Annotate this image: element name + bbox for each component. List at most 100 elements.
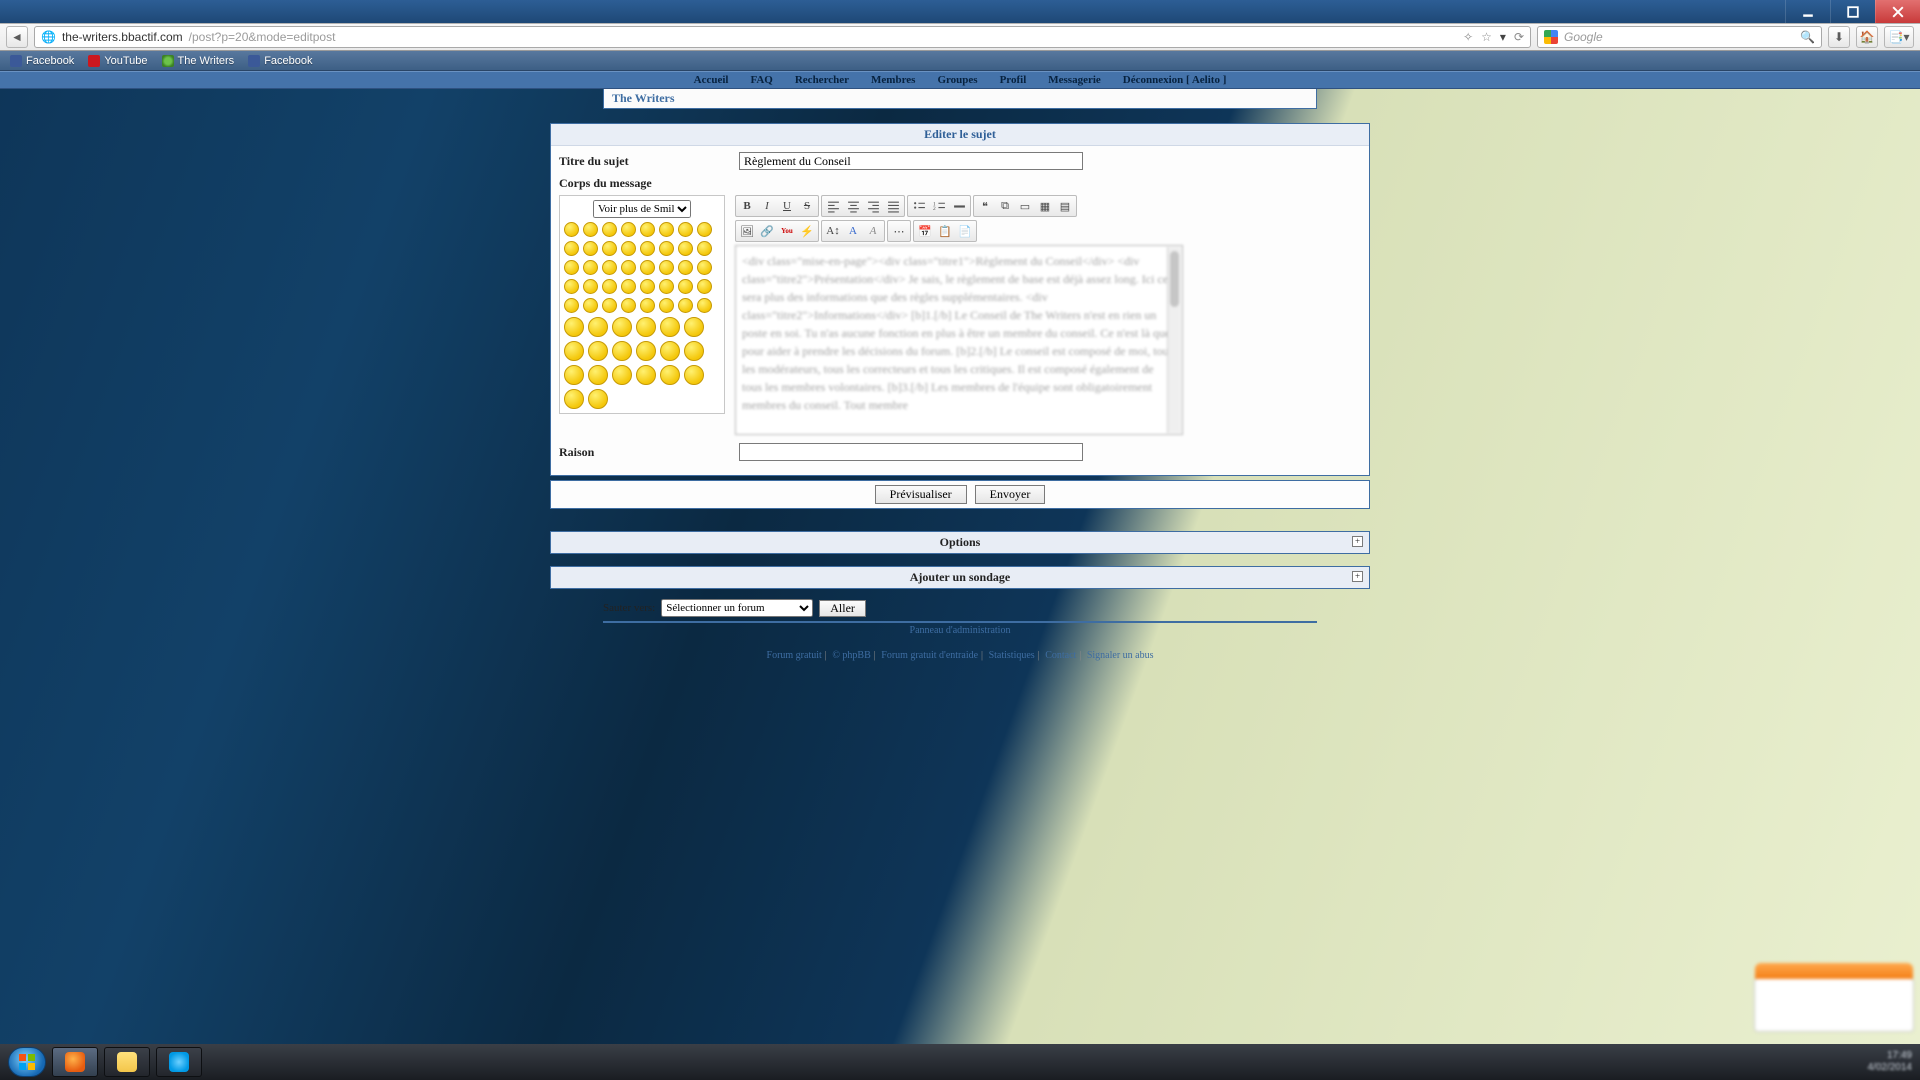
image-button[interactable]: 🖼: [737, 222, 757, 240]
maximize-button[interactable]: [1830, 0, 1875, 23]
smiley-icon[interactable]: [697, 279, 712, 294]
youtube-button[interactable]: You: [777, 222, 797, 240]
smiley-icon[interactable]: [678, 241, 693, 256]
smiley-icon[interactable]: [640, 260, 655, 275]
more-smileys-select[interactable]: Voir plus de Smileys: [593, 200, 691, 218]
smiley-icon[interactable]: [602, 298, 617, 313]
font-family-button[interactable]: A: [863, 222, 883, 240]
smiley-icon[interactable]: [640, 298, 655, 313]
task-skype[interactable]: [156, 1047, 202, 1077]
quote-button[interactable]: ❝: [975, 197, 995, 215]
nav-profil[interactable]: Profil: [1000, 74, 1027, 86]
reason-input[interactable]: [739, 443, 1083, 461]
smiley-icon[interactable]: [684, 341, 704, 361]
message-textarea[interactable]: <div class="mise-en-page"><div class="ti…: [735, 245, 1183, 435]
smiley-icon[interactable]: [602, 222, 617, 237]
smiley-icon[interactable]: [697, 298, 712, 313]
bookmarks-menu-button[interactable]: 📑▾: [1884, 26, 1914, 48]
bookmark-the-writers[interactable]: The Writers: [162, 55, 235, 67]
paste-button[interactable]: 📋: [935, 222, 955, 240]
ol-button[interactable]: 12: [929, 197, 949, 215]
smiley-icon[interactable]: [659, 222, 674, 237]
smiley-icon[interactable]: [636, 365, 656, 385]
footer-link[interactable]: © phpBB: [832, 650, 870, 661]
smiley-icon[interactable]: [588, 389, 608, 409]
minimize-button[interactable]: [1785, 0, 1830, 23]
downloads-button[interactable]: ⬇: [1828, 26, 1850, 48]
feed-icon[interactable]: ✧: [1463, 30, 1473, 44]
spoiler-button[interactable]: ▭: [1015, 197, 1035, 215]
nav-deconnexion[interactable]: Déconnexion [ Aelito ]: [1123, 74, 1227, 86]
table-button[interactable]: ▤: [1055, 197, 1075, 215]
align-justify-button[interactable]: [883, 197, 903, 215]
smiley-icon[interactable]: [621, 298, 636, 313]
align-right-button[interactable]: [863, 197, 883, 215]
underline-button[interactable]: U: [777, 197, 797, 215]
system-tray[interactable]: 17:49 4/02/2014: [1868, 1050, 1913, 1074]
smiley-icon[interactable]: [621, 279, 636, 294]
search-bar[interactable]: Google 🔍: [1537, 26, 1822, 48]
smiley-icon[interactable]: [697, 222, 712, 237]
smiley-icon[interactable]: [660, 365, 680, 385]
footer-link[interactable]: Contact: [1045, 650, 1076, 661]
smiley-icon[interactable]: [678, 260, 693, 275]
nav-faq[interactable]: FAQ: [750, 74, 772, 86]
nav-membres[interactable]: Membres: [871, 74, 915, 86]
footer-link[interactable]: Signaler un abus: [1087, 650, 1154, 661]
close-button[interactable]: [1875, 0, 1920, 23]
smiley-icon[interactable]: [602, 260, 617, 275]
nav-groupes[interactable]: Groupes: [937, 74, 977, 86]
smiley-icon[interactable]: [602, 279, 617, 294]
bookmark-facebook-2[interactable]: Facebook: [248, 55, 312, 67]
smiley-icon[interactable]: [588, 317, 608, 337]
breadcrumb[interactable]: The Writers: [603, 89, 1317, 109]
link-button[interactable]: 🔗: [757, 222, 777, 240]
smiley-icon[interactable]: [564, 260, 579, 275]
smiley-icon[interactable]: [684, 317, 704, 337]
smiley-icon[interactable]: [636, 317, 656, 337]
smiley-icon[interactable]: [583, 222, 598, 237]
smiley-icon[interactable]: [678, 279, 693, 294]
smiley-icon[interactable]: [660, 317, 680, 337]
search-icon[interactable]: 🔍: [1800, 30, 1815, 44]
jump-go-button[interactable]: Aller: [819, 600, 866, 617]
textarea-scrollbar[interactable]: [1167, 247, 1181, 433]
smiley-icon[interactable]: [621, 260, 636, 275]
smiley-icon[interactable]: [564, 298, 579, 313]
smiley-icon[interactable]: [636, 341, 656, 361]
bookmark-star-icon[interactable]: ☆: [1481, 30, 1492, 44]
hr-button[interactable]: [949, 197, 969, 215]
smiley-icon[interactable]: [640, 279, 655, 294]
smiley-icon[interactable]: [678, 298, 693, 313]
footer-link[interactable]: Statistiques: [989, 650, 1035, 661]
more-button[interactable]: ⋯: [889, 222, 909, 240]
expand-icon[interactable]: +: [1352, 571, 1363, 582]
smiley-icon[interactable]: [602, 241, 617, 256]
smiley-icon[interactable]: [621, 222, 636, 237]
smiley-icon[interactable]: [564, 365, 584, 385]
smiley-icon[interactable]: [621, 241, 636, 256]
smiley-icon[interactable]: [588, 365, 608, 385]
task-firefox[interactable]: [52, 1047, 98, 1077]
bold-button[interactable]: B: [737, 197, 757, 215]
source-button[interactable]: 📄: [955, 222, 975, 240]
smiley-icon[interactable]: [659, 260, 674, 275]
smiley-icon[interactable]: [564, 341, 584, 361]
smiley-icon[interactable]: [659, 279, 674, 294]
smiley-icon[interactable]: [640, 222, 655, 237]
subject-input[interactable]: [739, 152, 1083, 170]
ul-button[interactable]: [909, 197, 929, 215]
jump-select[interactable]: Sélectionner un forum: [661, 599, 813, 617]
smiley-icon[interactable]: [583, 298, 598, 313]
strike-button[interactable]: S: [797, 197, 817, 215]
flash-button[interactable]: ⚡: [797, 222, 817, 240]
notification-popup[interactable]: [1754, 978, 1914, 1032]
smiley-icon[interactable]: [660, 341, 680, 361]
code-button[interactable]: ⧉: [995, 197, 1015, 215]
smiley-icon[interactable]: [659, 298, 674, 313]
smiley-icon[interactable]: [588, 341, 608, 361]
admin-panel-link[interactable]: Panneau d'administration: [0, 625, 1920, 636]
smiley-icon[interactable]: [564, 241, 579, 256]
start-button[interactable]: [8, 1047, 46, 1077]
smiley-icon[interactable]: [678, 222, 693, 237]
